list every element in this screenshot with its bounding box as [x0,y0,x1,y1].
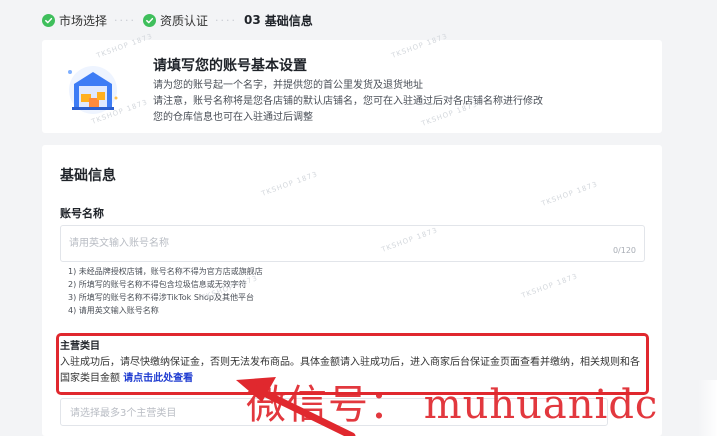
overlay-annotation-text: 微信号： muhuanidc [246,382,659,428]
intro-text-line: 请注意，账号名称将是您各店铺的默认店铺名，您可在入驻通过后对各店铺名称进行修改 [153,96,543,107]
rule-item: 2) 所填写的账号名称不得包含垃圾信息或无效字符 [68,280,247,289]
intro-text-line: 您的仓库信息也可在入驻通过后调整 [153,112,313,123]
step-number: 03 [244,13,261,27]
warehouse-icon [68,66,118,114]
rule-item: 4) 请用英文输入账号名称 [68,306,159,315]
intro-title: 请填写您的账号基本设置 [153,58,307,74]
section-title: 基础信息 [60,168,116,184]
account-name-input[interactable] [69,235,589,251]
step-separator: ···· [114,13,137,27]
check-circle-icon [42,13,55,27]
edge-fade [698,380,717,436]
intro-text-line: 请为您的账号起一个名字，并提供您的首公里发货及退货地址 [153,80,423,91]
progress-stepper: 市场选择 ···· 资质认证 ···· 03 基础信息 [42,10,313,30]
step-label: 市场选择 [59,13,108,28]
view-details-link[interactable]: 请点击此处查看 [123,373,193,384]
account-name-field[interactable]: 0/120 [60,225,645,262]
account-name-rules: 1) 未经品牌授权店铺，账号名称不得为官方店或旗舰店 2) 所填写的账号名称不得… [68,265,263,317]
step-label: 资质认证 [160,13,209,28]
rule-item: 1) 未经品牌授权店铺，账号名称不得为官方店或旗舰店 [68,267,263,276]
char-counter: 0/120 [612,246,636,255]
check-circle-icon [143,13,157,27]
step-qualification: 资质认证 [143,12,208,29]
account-name-label: 账号名称 [60,207,104,220]
step-market-selection: 市场选择 [42,12,107,29]
intro-card: 请填写您的账号基本设置 请为您的账号起一个名字，并提供您的首公里发货及退货地址 … [42,40,662,133]
step-basic-info: 03 基础信息 [244,12,313,29]
step-separator: ···· [215,13,238,27]
main-category-label: 主营类目 [60,341,100,352]
rule-item: 3) 所填写的账号名称不得涉TikTok Shop及其他平台 [68,293,254,302]
step-label: 基础信息 [264,13,313,28]
